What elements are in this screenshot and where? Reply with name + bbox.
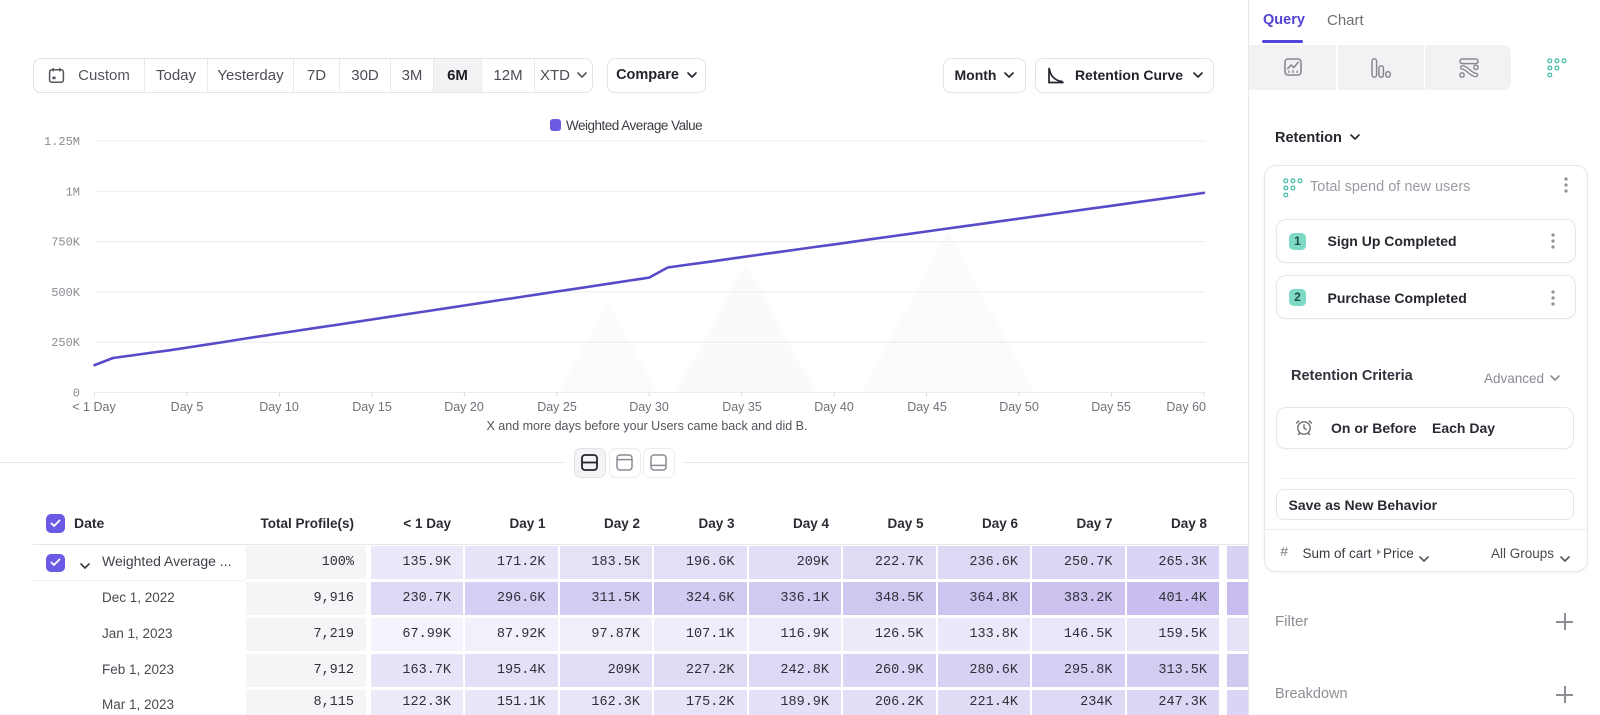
svg-text:0: 0 xyxy=(73,387,80,401)
svg-text:Day 35: Day 35 xyxy=(722,400,762,414)
svg-text:Day 50: Day 50 xyxy=(999,400,1039,414)
svg-text:1M: 1M xyxy=(66,185,80,199)
svg-text:< 1 Day: < 1 Day xyxy=(72,400,116,414)
svg-text:Day 20: Day 20 xyxy=(444,400,484,414)
svg-text:Day 5: Day 5 xyxy=(171,400,204,414)
svg-text:Day 10: Day 10 xyxy=(259,400,299,414)
svg-text:Day 60: Day 60 xyxy=(1166,400,1206,414)
svg-text:1.25M: 1.25M xyxy=(44,135,80,149)
svg-text:Day 15: Day 15 xyxy=(352,400,392,414)
svg-text:Day 30: Day 30 xyxy=(629,400,669,414)
svg-text:500K: 500K xyxy=(51,286,81,300)
svg-text:Day 45: Day 45 xyxy=(907,400,947,414)
svg-text:250K: 250K xyxy=(51,336,81,350)
svg-text:Day 55: Day 55 xyxy=(1091,400,1131,414)
svg-text:Day 40: Day 40 xyxy=(814,400,854,414)
svg-text:Day 25: Day 25 xyxy=(537,400,577,414)
svg-text:750K: 750K xyxy=(51,236,81,250)
svg-text:X and more days before your Us: X and more days before your Users came b… xyxy=(487,419,808,433)
